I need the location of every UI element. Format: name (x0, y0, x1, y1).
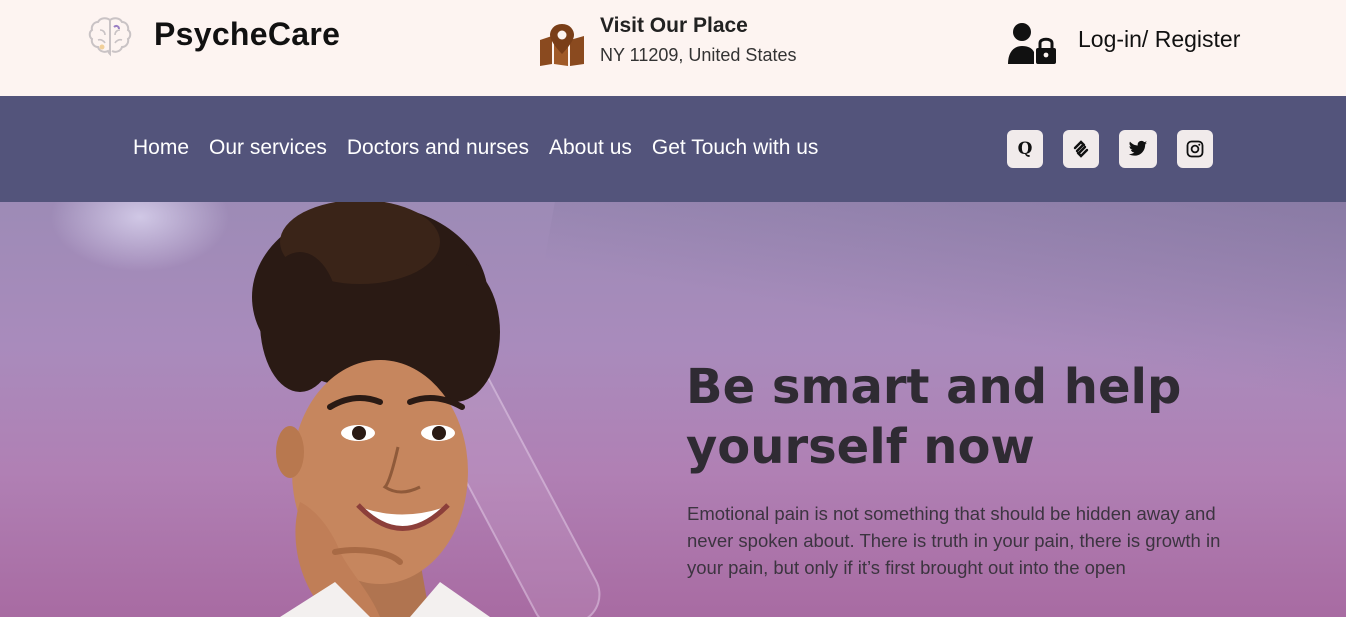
nav-links: Home Our services Doctors and nurses Abo… (133, 136, 818, 160)
nav-link-home[interactable]: Home (133, 136, 189, 160)
hero-description: Emotional pain is not something that sho… (687, 503, 1221, 578)
nav-link-about-us[interactable]: About us (549, 136, 632, 160)
map-pin-icon (540, 24, 584, 66)
squarespace-icon (1073, 140, 1089, 158)
login-register-link[interactable]: Log-in/ Register (1006, 22, 1240, 66)
brand[interactable]: PsycheCare (86, 14, 340, 62)
brand-name: PsycheCare (154, 16, 341, 52)
main-navigation: Home Our services Doctors and nurses Abo… (0, 96, 1346, 202)
nav-link-our-services[interactable]: Our services (209, 136, 327, 160)
nav-link-doctors-and-nurses[interactable]: Doctors and nurses (347, 136, 529, 160)
hero-title: Be smart and help yourself now (686, 359, 1182, 475)
nav-link-get-touch[interactable]: Get Touch with us (652, 136, 819, 160)
instagram-icon (1186, 140, 1204, 158)
twitter-button[interactable] (1119, 130, 1157, 168)
user-lock-icon (1008, 23, 1056, 64)
hero-background-blur (50, 202, 230, 272)
brain-icon (88, 17, 132, 57)
quora-icon: Q (1017, 139, 1033, 159)
quora-button[interactable]: Q (1007, 130, 1043, 168)
instagram-button[interactable] (1177, 130, 1213, 168)
top-bar: PsycheCare Visit Our Place NY 11209, Uni… (0, 0, 1346, 96)
login-label: Log-in/ Register (1078, 26, 1241, 52)
twitter-icon (1128, 140, 1148, 156)
woman-portrait-image (252, 202, 500, 617)
hero-section: Be smart and help yourself now Emotional… (0, 202, 1346, 617)
visit-title: Visit Our Place (600, 14, 748, 37)
visit-address: NY 11209, United States (600, 45, 797, 65)
squarespace-button[interactable] (1063, 130, 1099, 168)
